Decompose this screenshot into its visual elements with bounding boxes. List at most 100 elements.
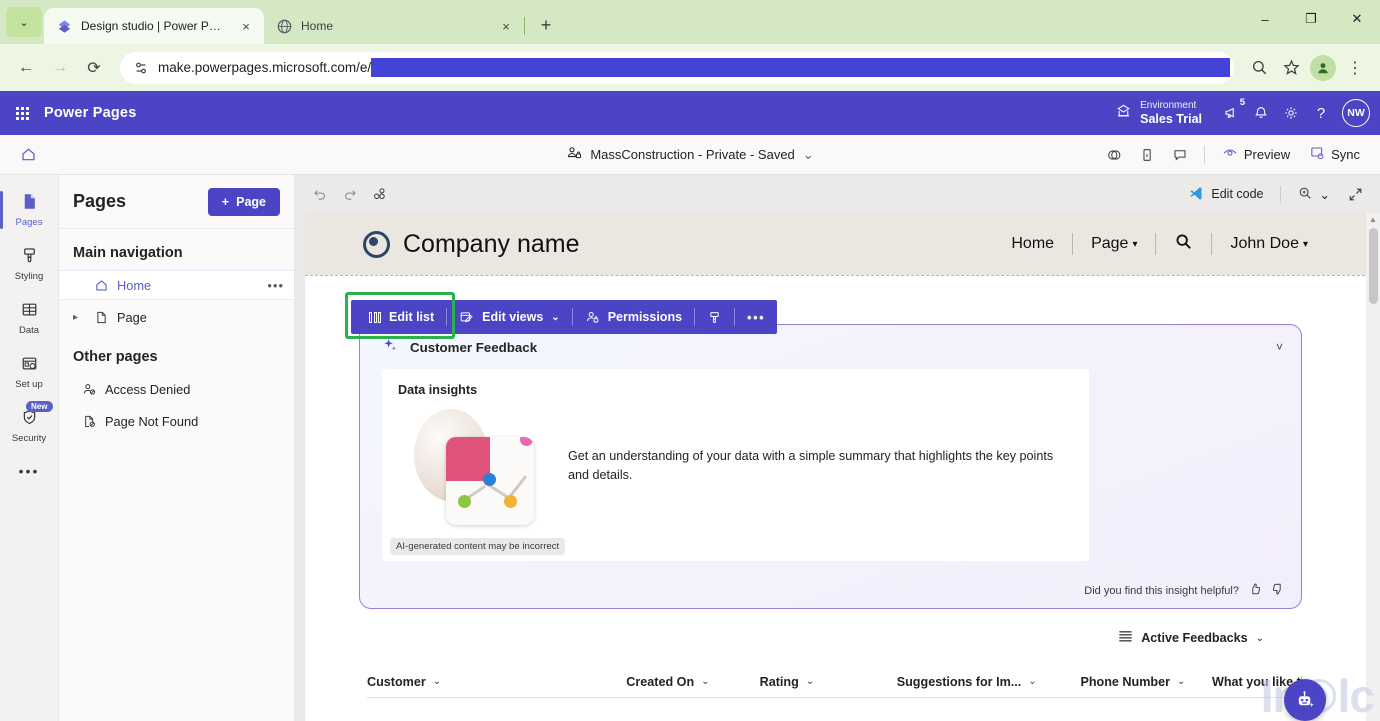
reload-button[interactable]: ⟳: [78, 52, 110, 84]
chevron-down-icon[interactable]: ⌄: [803, 147, 814, 163]
sidebar-item-styling[interactable]: Styling: [0, 237, 59, 291]
edit-list-highlight-box: [345, 292, 455, 339]
browser-tab-home[interactable]: Home ×: [264, 8, 524, 44]
sidebar-item-page-not-found[interactable]: Page Not Found: [59, 406, 294, 436]
edit-views-label: Edit views: [482, 310, 543, 324]
copilot-bot-icon[interactable]: [1284, 679, 1326, 721]
sync-button[interactable]: Sync: [1301, 141, 1368, 168]
close-icon[interactable]: ×: [236, 16, 256, 36]
section-title-other-pages: Other pages: [59, 333, 294, 373]
expand-diagonal-icon[interactable]: [1340, 180, 1370, 208]
back-button[interactable]: ←: [10, 52, 42, 84]
column-header-suggestions[interactable]: Suggestions for Im... ⌄: [897, 675, 1081, 689]
permissions-button[interactable]: Permissions: [573, 300, 694, 334]
reload-icon: ⟳: [87, 58, 100, 78]
chevron-up-icon[interactable]: ˅: [1276, 340, 1283, 354]
sidebar-item-label: Data: [19, 325, 39, 336]
style-button[interactable]: [695, 300, 734, 334]
environment-picker[interactable]: Environment Sales Trial: [1115, 100, 1216, 126]
nav-item-user[interactable]: John Doe ▾: [1212, 235, 1326, 253]
column-header-customer[interactable]: Customer ⌄: [367, 675, 626, 689]
megaphone-icon[interactable]: 5: [1216, 98, 1246, 128]
browser-tab-design-studio[interactable]: Design studio | Power Pages ×: [44, 8, 264, 44]
edit-views-button[interactable]: Edit views ⌄: [447, 300, 572, 334]
help-question-icon[interactable]: ?: [1306, 98, 1336, 128]
nav-item-home[interactable]: Home: [993, 235, 1072, 253]
setup-gear-icon: [20, 354, 39, 376]
thumbs-down-icon[interactable]: [1271, 582, 1285, 599]
maximize-button[interactable]: ❐: [1288, 0, 1334, 38]
zoom-control[interactable]: ⌄: [1289, 181, 1338, 208]
thumbs-up-icon[interactable]: [1248, 582, 1262, 599]
add-page-button[interactable]: + Page: [208, 188, 280, 216]
sidebar-item-home[interactable]: Home •••: [59, 270, 294, 300]
minimize-button[interactable]: –: [1242, 0, 1288, 38]
sidebar-item-data[interactable]: Data: [0, 291, 59, 345]
feedback-comment-icon[interactable]: [1165, 141, 1195, 169]
components-icon[interactable]: [365, 180, 395, 208]
sync-icon: [1309, 145, 1325, 164]
nav-item-search[interactable]: [1156, 232, 1211, 256]
data-insights-label: Data insights: [398, 383, 1073, 397]
tab-search-button[interactable]: ⌄: [6, 7, 42, 37]
data-insights-panel: Data insights: [382, 369, 1089, 561]
profile-button[interactable]: [1308, 53, 1338, 83]
browser-tab-strip: ⌄ Design studio | Power Pages × Home × +…: [0, 0, 1380, 44]
window-controls: – ❐ ✕: [1242, 0, 1380, 38]
chevron-right-icon[interactable]: ▸: [73, 312, 85, 323]
site-name-chip[interactable]: MassConstruction - Private - Saved ⌄: [566, 145, 813, 164]
scrollbar-thumb[interactable]: [1369, 228, 1378, 304]
sidebar-item-setup[interactable]: Set up: [0, 345, 59, 399]
scroll-up-arrow-icon[interactable]: ▲: [1369, 213, 1377, 226]
device-preview-icon[interactable]: [1132, 141, 1162, 169]
sidebar-item-label: Page Not Found: [105, 414, 284, 429]
app-launcher-icon[interactable]: [0, 91, 44, 135]
address-bar[interactable]: make.powerpages.microsoft.com/e/: [120, 52, 1234, 84]
environment-icon: [1115, 103, 1132, 124]
close-icon: ✕: [1352, 11, 1363, 27]
list-component: Active Feedbacks ⌄ Customer ⌄ Created On…: [359, 624, 1302, 721]
nav-item-page[interactable]: Page ▾: [1073, 235, 1155, 253]
settings-gear-icon[interactable]: [1276, 98, 1306, 128]
new-badge: New: [26, 401, 52, 412]
bookmark-star-icon[interactable]: [1276, 53, 1306, 83]
site-settings-icon[interactable]: [130, 57, 152, 79]
theme-icon[interactable]: [1099, 141, 1129, 169]
canvas-scrollbar[interactable]: ▲: [1366, 213, 1380, 721]
product-title[interactable]: Power Pages: [44, 105, 136, 121]
ai-disclaimer: AI-generated content may be incorrect: [390, 538, 565, 555]
home-icon[interactable]: [12, 139, 44, 171]
browser-menu-button[interactable]: ⋮: [1340, 53, 1370, 83]
rail-more-button[interactable]: •••: [19, 463, 40, 479]
tab-title: Design studio | Power Pages: [81, 19, 227, 33]
column-header-created-on[interactable]: Created On ⌄: [626, 675, 759, 689]
preview-button[interactable]: Preview: [1214, 141, 1298, 168]
sidebar-item-pages[interactable]: Pages: [0, 183, 59, 237]
more-options-button[interactable]: •••: [735, 300, 777, 334]
close-icon[interactable]: ×: [496, 16, 516, 36]
nav-label: Home: [1011, 235, 1054, 253]
edit-code-button[interactable]: Edit code: [1180, 181, 1271, 208]
view-selector[interactable]: Active Feedbacks ⌄: [1118, 630, 1264, 646]
sidebar-item-access-denied[interactable]: Access Denied: [59, 374, 294, 404]
user-avatar[interactable]: NW: [1342, 99, 1370, 127]
chevron-down-icon: ⌄: [1177, 676, 1185, 687]
chevron-down-icon: ⌄: [1256, 633, 1264, 644]
command-bar-actions: Preview Sync: [1099, 141, 1368, 169]
new-tab-button[interactable]: +: [532, 11, 560, 39]
undo-arrow-icon[interactable]: [305, 180, 335, 208]
overflow-menu-icon[interactable]: •••: [267, 278, 284, 293]
column-header-phone-number[interactable]: Phone Number ⌄: [1080, 675, 1212, 689]
close-window-button[interactable]: ✕: [1334, 0, 1380, 38]
sidebar-item-page[interactable]: ▸ Page: [59, 302, 294, 332]
site-brand[interactable]: Company name: [363, 230, 579, 259]
notifications-bell-icon[interactable]: [1246, 98, 1276, 128]
redo-arrow-icon[interactable]: [335, 180, 365, 208]
brand-name: Company name: [403, 230, 579, 259]
sidebar-item-label: Set up: [15, 379, 42, 390]
page-zoom-search-button[interactable]: [1244, 53, 1274, 83]
sidebar-item-security[interactable]: New Security: [0, 399, 59, 453]
column-header-rating[interactable]: Rating ⌄: [760, 675, 897, 689]
circle-logo-icon: [363, 231, 390, 258]
forward-button[interactable]: →: [44, 52, 76, 84]
